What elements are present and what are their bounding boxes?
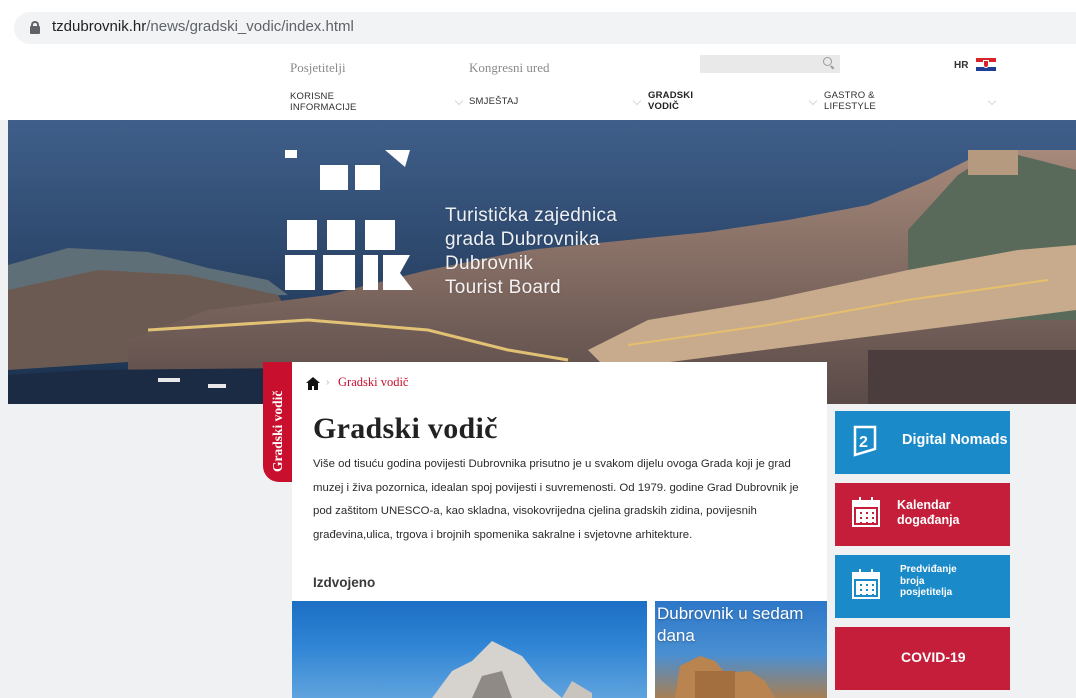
event-calendar-tile[interactable]: Kalendar događanja [835,483,1010,546]
nav-gastro-lifestyle[interactable]: GASTRO & LIFESTYLE [824,90,876,112]
lock-icon[interactable] [30,21,40,34]
home-icon[interactable] [306,377,320,390]
svg-text:2: 2 [859,434,868,451]
breadcrumb-separator: › [326,377,330,388]
page-title: Gradski vodič [313,412,498,445]
croatia-flag-icon[interactable] [976,58,996,71]
visitor-forecast-tile[interactable]: Predviđanje broja posjetitelja [835,555,1010,618]
top-link-kongresni-ured[interactable]: Kongresni ured [469,60,550,76]
url-host: tzdubrovnik.hr [52,18,147,35]
digital-nomads-tile[interactable]: 2 Digital Nomads [835,411,1010,474]
featured-card-large[interactable] [292,601,647,698]
nav-smjestaj[interactable]: SMJEŠTAJ [469,96,518,107]
nav-gradski-vodic[interactable]: GRADSKI VODIČ [648,90,693,112]
url-path: /news/gradski_vodic/index.html [146,18,354,35]
intro-text: Više od tisuću godina povijesti Dubrovni… [313,458,799,541]
url-text[interactable]: tzdubrovnik.hr/news/gradski_vodic/index.… [52,18,354,35]
search-icon[interactable] [823,57,835,70]
page: tzdubrovnik.hr/news/gradski_vodic/index.… [0,0,1076,698]
section-tab: Gradski vodič [263,362,293,482]
calendar-icon [852,497,880,527]
featured-heading: Izdvojeno [313,575,376,590]
search-input[interactable] [700,55,840,73]
featured-image [432,641,592,698]
language-switch[interactable]: HR [954,60,968,71]
top-link-posjetitelji[interactable]: Posjetitelji [290,60,346,76]
tourist-board-name: Turistička zajednica grada Dubrovnika Du… [445,205,618,298]
digital-nomads-icon: 2 [853,425,877,457]
nav-korisne-informacije[interactable]: KORISNE INFORMACIJE [290,91,357,113]
breadcrumb-current: Gradski vodič [338,375,409,389]
browser-toolbar: tzdubrovnik.hr/news/gradski_vodic/index.… [0,0,1076,52]
covid-19-tile[interactable]: COVID-19 [835,627,1010,690]
calendar-icon [852,569,880,599]
featured-card-dubrovnik-7-days[interactable]: Dubrovnik u sedam dana [655,601,827,698]
